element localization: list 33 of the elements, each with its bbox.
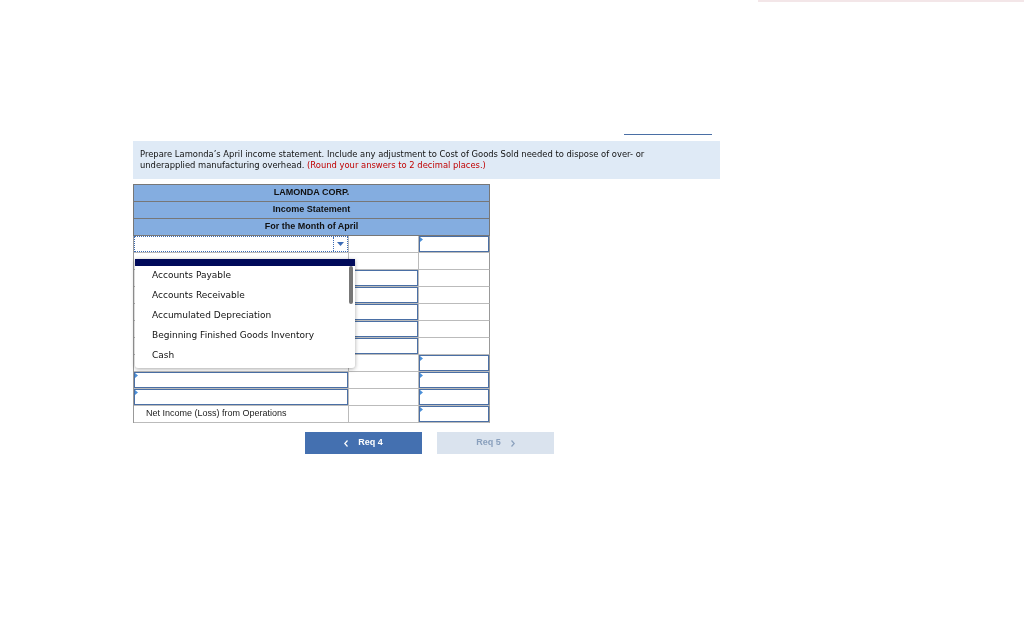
input-field[interactable] xyxy=(419,355,489,371)
statement-header: LAMONDA CORP. xyxy=(133,184,490,201)
input-field[interactable] xyxy=(419,406,489,422)
row-label: Net Income (Loss) from Operations xyxy=(146,407,287,421)
dropdown-option[interactable]: Beginning Finished Goods Inventory xyxy=(135,326,355,346)
dropdown-option[interactable]: Accounts Payable xyxy=(135,266,355,286)
chevron-left-icon xyxy=(344,439,349,447)
table-cell xyxy=(419,270,490,287)
table-cell xyxy=(419,287,490,304)
table-cell xyxy=(419,304,490,321)
previous-button[interactable]: Req 4 xyxy=(305,432,422,454)
instruction-text: Prepare Lamonda’s April income statement. Include any adjustment to Cost of Goods Sold needed to dispose of over- or underapplied manufacturing overhead. (Round your answers to 2 decimal places.) xyxy=(140,149,646,171)
marker-icon xyxy=(420,356,424,361)
marker-icon xyxy=(135,373,138,378)
marker-icon xyxy=(135,390,138,395)
marker-icon xyxy=(420,373,424,378)
select-field[interactable] xyxy=(134,236,349,252)
dropdown-option[interactable]: Accumulated Depreciation xyxy=(135,306,355,326)
statement-header: Income Statement xyxy=(133,201,490,218)
input-field[interactable] xyxy=(419,372,489,388)
chevron-right-icon xyxy=(510,439,515,447)
input-field[interactable] xyxy=(419,389,489,405)
dropdown-option[interactable]: Accounts Receivable xyxy=(135,286,355,306)
marker-icon xyxy=(420,237,424,242)
dropdown-option[interactable]: Cash xyxy=(135,346,355,366)
table-cell xyxy=(419,321,490,338)
input-field[interactable] xyxy=(419,236,489,252)
input-field[interactable] xyxy=(134,389,349,405)
marker-icon xyxy=(420,407,424,412)
marker-icon xyxy=(420,390,424,395)
caret-icon xyxy=(337,242,345,246)
statement-header: For the Month of April xyxy=(133,218,490,235)
input-field[interactable] xyxy=(134,372,349,388)
